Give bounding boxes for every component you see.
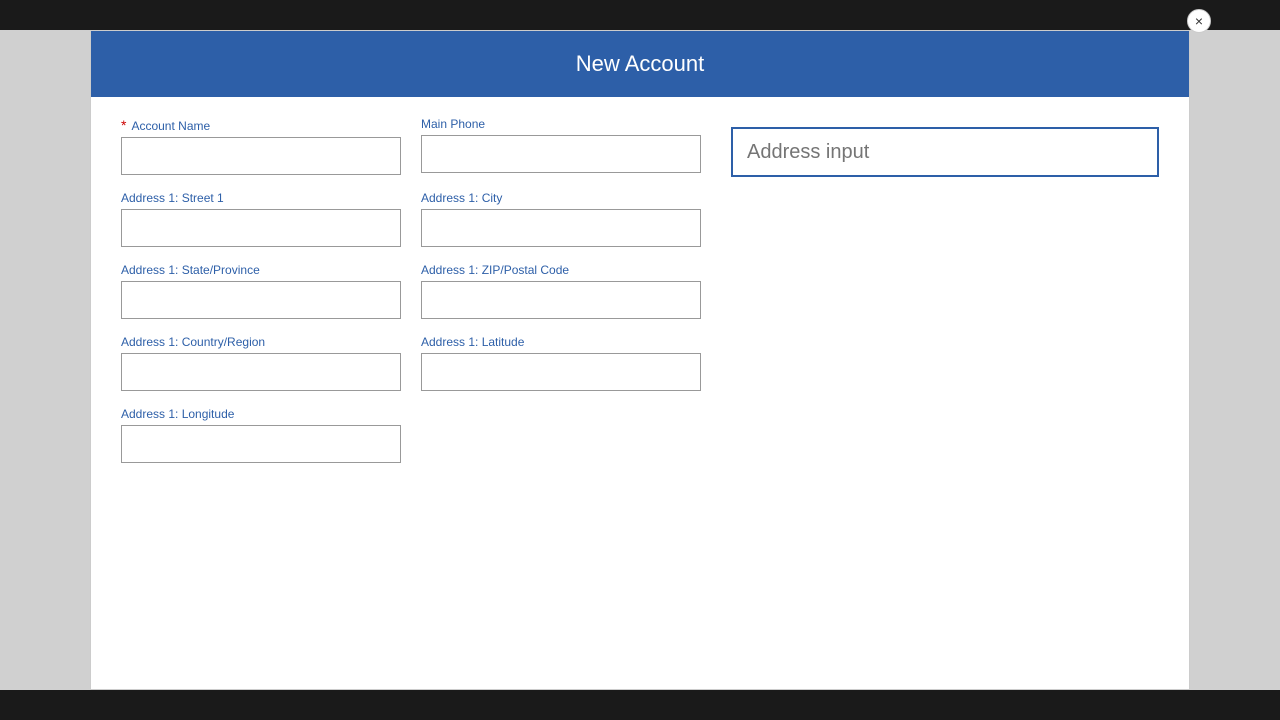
- group-zip: Address 1: ZIP/Postal Code: [421, 263, 701, 319]
- address-input-field[interactable]: [731, 127, 1159, 177]
- modal-title: New Account: [576, 51, 704, 76]
- row-longitude: Address 1: Longitude: [121, 407, 701, 463]
- group-city: Address 1: City: [421, 191, 701, 247]
- street1-input[interactable]: [121, 209, 401, 247]
- row-country-lat: Address 1: Country/Region Address 1: Lat…: [121, 335, 701, 391]
- zip-input[interactable]: [421, 281, 701, 319]
- group-account-name: * Account Name: [121, 117, 401, 175]
- group-longitude: Address 1: Longitude: [121, 407, 401, 463]
- group-latitude: Address 1: Latitude: [421, 335, 701, 391]
- main-phone-input[interactable]: [421, 135, 701, 173]
- main-phone-label: Main Phone: [421, 117, 701, 131]
- modal-body: * Account Name Main Phone Address 1: Str…: [91, 97, 1189, 499]
- bottom-bar: [0, 690, 1280, 720]
- group-state: Address 1: State/Province: [121, 263, 401, 319]
- form-right: [731, 117, 1159, 479]
- row-account-phone: * Account Name Main Phone: [121, 117, 701, 175]
- group-main-phone: Main Phone: [421, 117, 701, 175]
- street1-label: Address 1: Street 1: [121, 191, 401, 205]
- row-street-city: Address 1: Street 1 Address 1: City: [121, 191, 701, 247]
- city-label: Address 1: City: [421, 191, 701, 205]
- country-input[interactable]: [121, 353, 401, 391]
- country-label: Address 1: Country/Region: [121, 335, 401, 349]
- latitude-label: Address 1: Latitude: [421, 335, 701, 349]
- latitude-input[interactable]: [421, 353, 701, 391]
- form-left: * Account Name Main Phone Address 1: Str…: [121, 117, 701, 479]
- state-input[interactable]: [121, 281, 401, 319]
- required-star: *: [121, 117, 126, 133]
- longitude-label: Address 1: Longitude: [121, 407, 401, 421]
- city-input[interactable]: [421, 209, 701, 247]
- close-button[interactable]: ×: [1187, 9, 1211, 33]
- modal-header: New Account ×: [91, 31, 1189, 97]
- account-name-input[interactable]: [121, 137, 401, 175]
- state-label: Address 1: State/Province: [121, 263, 401, 277]
- group-country: Address 1: Country/Region: [121, 335, 401, 391]
- modal-wrapper: New Account × * Account Name Main Phone: [90, 30, 1190, 690]
- row-state-zip: Address 1: State/Province Address 1: ZIP…: [121, 263, 701, 319]
- top-bar: [0, 0, 1280, 30]
- zip-label: Address 1: ZIP/Postal Code: [421, 263, 701, 277]
- form-layout: * Account Name Main Phone Address 1: Str…: [121, 117, 1159, 479]
- group-street1: Address 1: Street 1: [121, 191, 401, 247]
- account-name-label: Account Name: [131, 119, 210, 133]
- longitude-input[interactable]: [121, 425, 401, 463]
